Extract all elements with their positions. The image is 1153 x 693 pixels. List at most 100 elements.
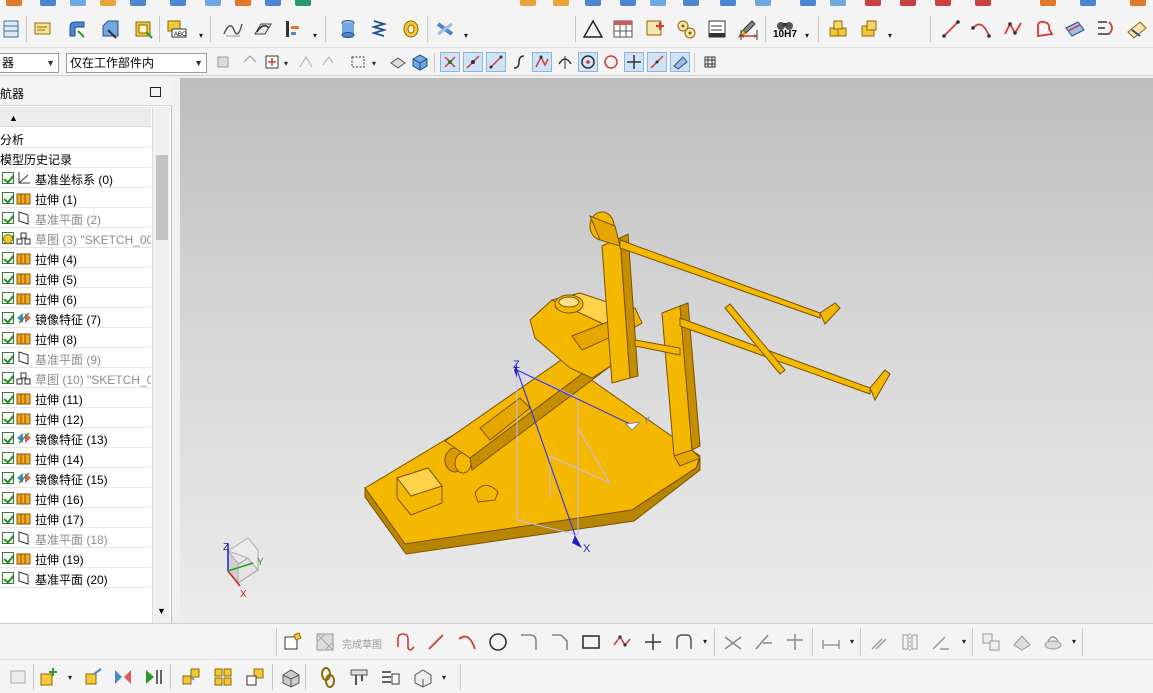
freeform-icon[interactable] bbox=[1031, 16, 1057, 42]
tree-feature-row[interactable]: 基准平面 (18) bbox=[0, 528, 151, 548]
fit-tolerance-label[interactable]: 10H7 bbox=[773, 29, 797, 40]
extension-icon[interactable] bbox=[1124, 16, 1150, 42]
clipped-tool-icon[interactable] bbox=[205, 0, 221, 6]
visibility-checkbox[interactable] bbox=[2, 452, 14, 464]
snap-midpoint-icon[interactable] bbox=[463, 52, 483, 72]
sketch-arc-icon[interactable] bbox=[454, 629, 480, 655]
navigator-column-header[interactable]: ▲ bbox=[0, 107, 151, 127]
drawing-sheet-icon[interactable] bbox=[704, 16, 730, 42]
gear-icon[interactable] bbox=[673, 16, 699, 42]
feature-selection-icon[interactable] bbox=[240, 52, 260, 72]
assembly-constraint-icon[interactable] bbox=[140, 664, 166, 690]
maximize-icon[interactable] bbox=[150, 87, 161, 97]
dropdown-caret-icon[interactable]: ▾ bbox=[284, 60, 292, 68]
chamfer-icon[interactable] bbox=[98, 16, 124, 42]
curve-on-surface-icon[interactable] bbox=[220, 16, 246, 42]
extend-icon[interactable] bbox=[751, 629, 777, 655]
snap-arc-center-icon[interactable] bbox=[578, 52, 598, 72]
show-constraints-icon[interactable] bbox=[928, 629, 954, 655]
offset-icon[interactable] bbox=[671, 629, 697, 655]
clipped-tool-icon[interactable] bbox=[40, 0, 56, 6]
rapid-dimension-icon[interactable] bbox=[818, 629, 844, 655]
grid-edit-icon[interactable] bbox=[642, 16, 668, 42]
dropdown-caret-icon[interactable]: ▾ bbox=[805, 32, 813, 40]
clipped-tool-icon[interactable] bbox=[1080, 0, 1096, 6]
dropdown-caret-icon[interactable]: ▾ bbox=[464, 32, 472, 40]
snap-quadrant-icon[interactable] bbox=[601, 52, 621, 72]
offset-curve-icon[interactable] bbox=[280, 16, 306, 42]
chain-link-icon[interactable] bbox=[315, 664, 341, 690]
clipped-tool-icon[interactable] bbox=[620, 0, 636, 6]
spring-icon[interactable] bbox=[366, 16, 392, 42]
visibility-checkbox[interactable] bbox=[2, 292, 14, 304]
visibility-checkbox[interactable] bbox=[2, 492, 14, 504]
clipped-tool-icon[interactable] bbox=[830, 0, 846, 6]
sketch-line-icon[interactable] bbox=[423, 629, 449, 655]
sketch-chamfer-icon[interactable] bbox=[547, 629, 573, 655]
grid-icon[interactable] bbox=[700, 52, 720, 72]
snap-point-on-face-icon[interactable] bbox=[670, 52, 690, 72]
triangle-icon[interactable] bbox=[580, 16, 606, 42]
pipe-icon[interactable] bbox=[432, 16, 458, 42]
tree-feature-row[interactable]: 草图 (10) "SKETCH_0 bbox=[0, 368, 151, 388]
datum-table-icon[interactable] bbox=[0, 16, 26, 42]
arc-icon[interactable] bbox=[968, 16, 994, 42]
view-triad[interactable]: Z X Y bbox=[223, 537, 264, 600]
make-corner-icon[interactable] bbox=[782, 629, 808, 655]
component-array-icon[interactable] bbox=[210, 664, 236, 690]
clipped-tool-icon[interactable] bbox=[720, 0, 736, 6]
visibility-checkbox[interactable] bbox=[2, 172, 14, 184]
snap-curve-icon[interactable] bbox=[509, 52, 529, 72]
surface-icon[interactable] bbox=[1062, 16, 1088, 42]
spline-icon[interactable] bbox=[1093, 16, 1119, 42]
clipped-tool-icon[interactable] bbox=[130, 0, 146, 6]
edge-blend-icon[interactable] bbox=[64, 16, 90, 42]
clipped-tool-icon[interactable] bbox=[800, 0, 816, 6]
clipped-tool-icon[interactable] bbox=[865, 0, 881, 6]
clipped-tool-icon[interactable] bbox=[585, 0, 601, 6]
reattach-icon[interactable] bbox=[1009, 629, 1035, 655]
dropdown-caret-icon[interactable]: ▾ bbox=[1072, 638, 1080, 646]
graphics-viewport[interactable]: Z X Y Z X Y bbox=[180, 78, 1153, 623]
finish-sketch-icon[interactable] bbox=[312, 629, 338, 655]
clipped-tool-icon[interactable] bbox=[100, 0, 116, 6]
profile-icon[interactable] bbox=[393, 629, 419, 655]
face-rule-icon[interactable] bbox=[318, 52, 338, 72]
visibility-checkbox[interactable] bbox=[2, 512, 14, 524]
curve-rule-icon[interactable] bbox=[296, 52, 316, 72]
assembly-info-icon[interactable] bbox=[377, 664, 403, 690]
snap-point-icon[interactable] bbox=[262, 52, 282, 72]
dropdown-caret-icon[interactable]: ▾ bbox=[199, 32, 207, 40]
snap-existing-point-icon[interactable] bbox=[624, 52, 644, 72]
stamp-icon[interactable] bbox=[346, 664, 372, 690]
visibility-checkbox[interactable] bbox=[2, 192, 14, 204]
rectangle-select-icon[interactable] bbox=[348, 52, 368, 72]
visibility-checkbox[interactable] bbox=[2, 352, 14, 364]
clipped-tool-icon[interactable] bbox=[683, 0, 699, 6]
replace-component-icon[interactable] bbox=[242, 664, 268, 690]
visibility-checkbox[interactable] bbox=[2, 432, 14, 444]
tree-group-row[interactable]: 模型历史记录 bbox=[0, 148, 151, 168]
clipped-tool-icon[interactable] bbox=[935, 0, 951, 6]
type-filter-combo[interactable]: 器 ▼ bbox=[0, 53, 59, 73]
clipped-tool-icon[interactable] bbox=[235, 0, 251, 6]
line-icon[interactable] bbox=[938, 16, 964, 42]
move-component-icon[interactable] bbox=[80, 664, 106, 690]
dimension-icon[interactable] bbox=[736, 20, 762, 46]
tree-group-row[interactable]: 分析 bbox=[0, 128, 151, 148]
cube-view-icon[interactable] bbox=[410, 52, 430, 72]
shell-icon[interactable] bbox=[130, 16, 156, 42]
tree-feature-row[interactable]: 基准平面 (2) bbox=[0, 208, 151, 228]
polygon-icon[interactable] bbox=[609, 629, 635, 655]
clipped-tool-icon[interactable] bbox=[295, 0, 311, 6]
cylinder-icon[interactable] bbox=[335, 16, 361, 42]
explode-view-icon[interactable] bbox=[178, 664, 204, 690]
sketch-settings-icon[interactable] bbox=[978, 629, 1004, 655]
tree-feature-row[interactable]: 拉伸 (1) bbox=[0, 188, 151, 208]
clipped-tool-icon[interactable] bbox=[553, 0, 569, 6]
dropdown-caret-icon[interactable]: ▾ bbox=[313, 32, 321, 40]
trim-icon[interactable] bbox=[720, 629, 746, 655]
clipped-tool-icon[interactable] bbox=[650, 0, 666, 6]
clipped-tool-icon[interactable] bbox=[900, 0, 916, 6]
show-hide-icon[interactable] bbox=[388, 52, 408, 72]
